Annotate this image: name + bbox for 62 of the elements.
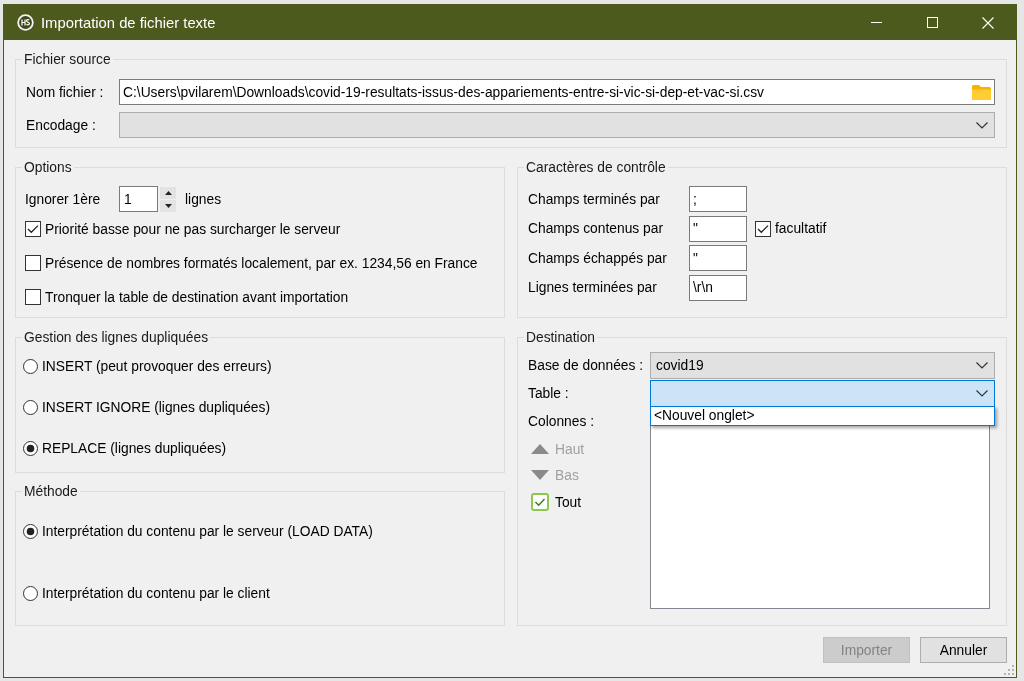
file-path-field[interactable]: C:\Users\pvilarem\Downloads\covid-19-resultats-issus-des-appariements-entre-si-vic-si-dep-et-vac-si.csv (119, 79, 995, 105)
checkbox-label[interactable]: Présence de nombres formatés localement, par ex. 1234,56 en France (45, 255, 478, 271)
radio-button[interactable] (23, 585, 38, 601)
group-title: Méthode (23, 484, 79, 499)
field-label: Encodage : (26, 117, 97, 133)
checkbox[interactable] (531, 493, 549, 511)
triangle-up-icon (531, 444, 549, 454)
spin-down-button[interactable] (160, 199, 176, 212)
caret-up-icon (164, 190, 172, 195)
unit-label: lignes (185, 191, 222, 207)
dropdown-option[interactable]: <Nouvel onglet> (651, 407, 994, 425)
group-title: Destination (525, 330, 597, 345)
group-title: Gestion des lignes dupliquées (23, 330, 210, 345)
minimize-icon (870, 22, 882, 23)
radio-label[interactable]: Interprétation du contenu par le client (42, 585, 270, 601)
input-field[interactable]: " (689, 245, 747, 271)
radio-label[interactable]: REPLACE (lignes dupliquées) (42, 441, 227, 456)
chevron-down-icon (976, 362, 988, 369)
maximize-icon (926, 17, 938, 28)
group-title: Fichier source (23, 52, 112, 67)
radio-label[interactable]: Interprétation du contenu par le serveur (LOAD DATA) (42, 523, 373, 539)
triangle-down-icon (531, 470, 549, 480)
window-title: Importation de fichier texte (41, 14, 217, 31)
radio-button[interactable] (23, 359, 38, 374)
input-field[interactable]: ; (689, 186, 747, 212)
chevron-down-icon (976, 390, 988, 397)
field-label: Nom fichier : (26, 84, 105, 100)
spin-up-button[interactable] (160, 186, 176, 199)
radio-button[interactable] (23, 523, 38, 539)
group-title: Options (23, 160, 73, 175)
database-dropdown[interactable]: covid19 (650, 352, 995, 379)
checkbox[interactable] (755, 220, 771, 237)
app-logo-icon (17, 14, 34, 31)
checkbox-label[interactable]: Priorité basse pour ne pas surcharger le serveur (45, 221, 341, 237)
number-field[interactable]: 1 (119, 186, 158, 212)
table-dropdown[interactable] (650, 380, 995, 407)
radio-label[interactable]: INSERT IGNORE (lignes dupliquées) (42, 400, 270, 415)
field-label: Table : (528, 386, 570, 401)
input-field[interactable]: \r\n (689, 274, 747, 301)
radio-button[interactable] (23, 441, 38, 456)
checkbox-label[interactable]: Tronquer la table de destination avant importation (45, 289, 349, 305)
group-title: Caractères de contrôle (525, 160, 667, 175)
checkbox[interactable] (25, 221, 41, 237)
field-label: Base de données : (528, 358, 645, 373)
caret-down-icon (164, 203, 172, 208)
field-label: Lignes terminées par (528, 280, 658, 295)
checkbox[interactable] (25, 289, 41, 305)
cancel-button[interactable]: Annuler (920, 637, 1007, 663)
checkbox-label[interactable]: Tout (555, 494, 582, 510)
chevron-down-icon (976, 121, 988, 129)
checkbox-label[interactable]: facultatif (775, 221, 827, 236)
field-label: Champs échappés par (528, 250, 668, 266)
checkbox[interactable] (25, 255, 41, 271)
close-icon (982, 16, 994, 29)
input-field[interactable]: " (689, 215, 747, 242)
radio-label[interactable]: INSERT (peut provoquer des erreurs) (42, 359, 272, 374)
field-label: Ignorer 1ère (25, 191, 102, 207)
resize-grip-icon[interactable] (1004, 665, 1014, 675)
field-label: Champs contenus par (528, 221, 664, 236)
field-label: Colonnes : (528, 413, 594, 431)
radio-button[interactable] (23, 400, 38, 415)
field-label: Champs terminés par (528, 191, 661, 207)
